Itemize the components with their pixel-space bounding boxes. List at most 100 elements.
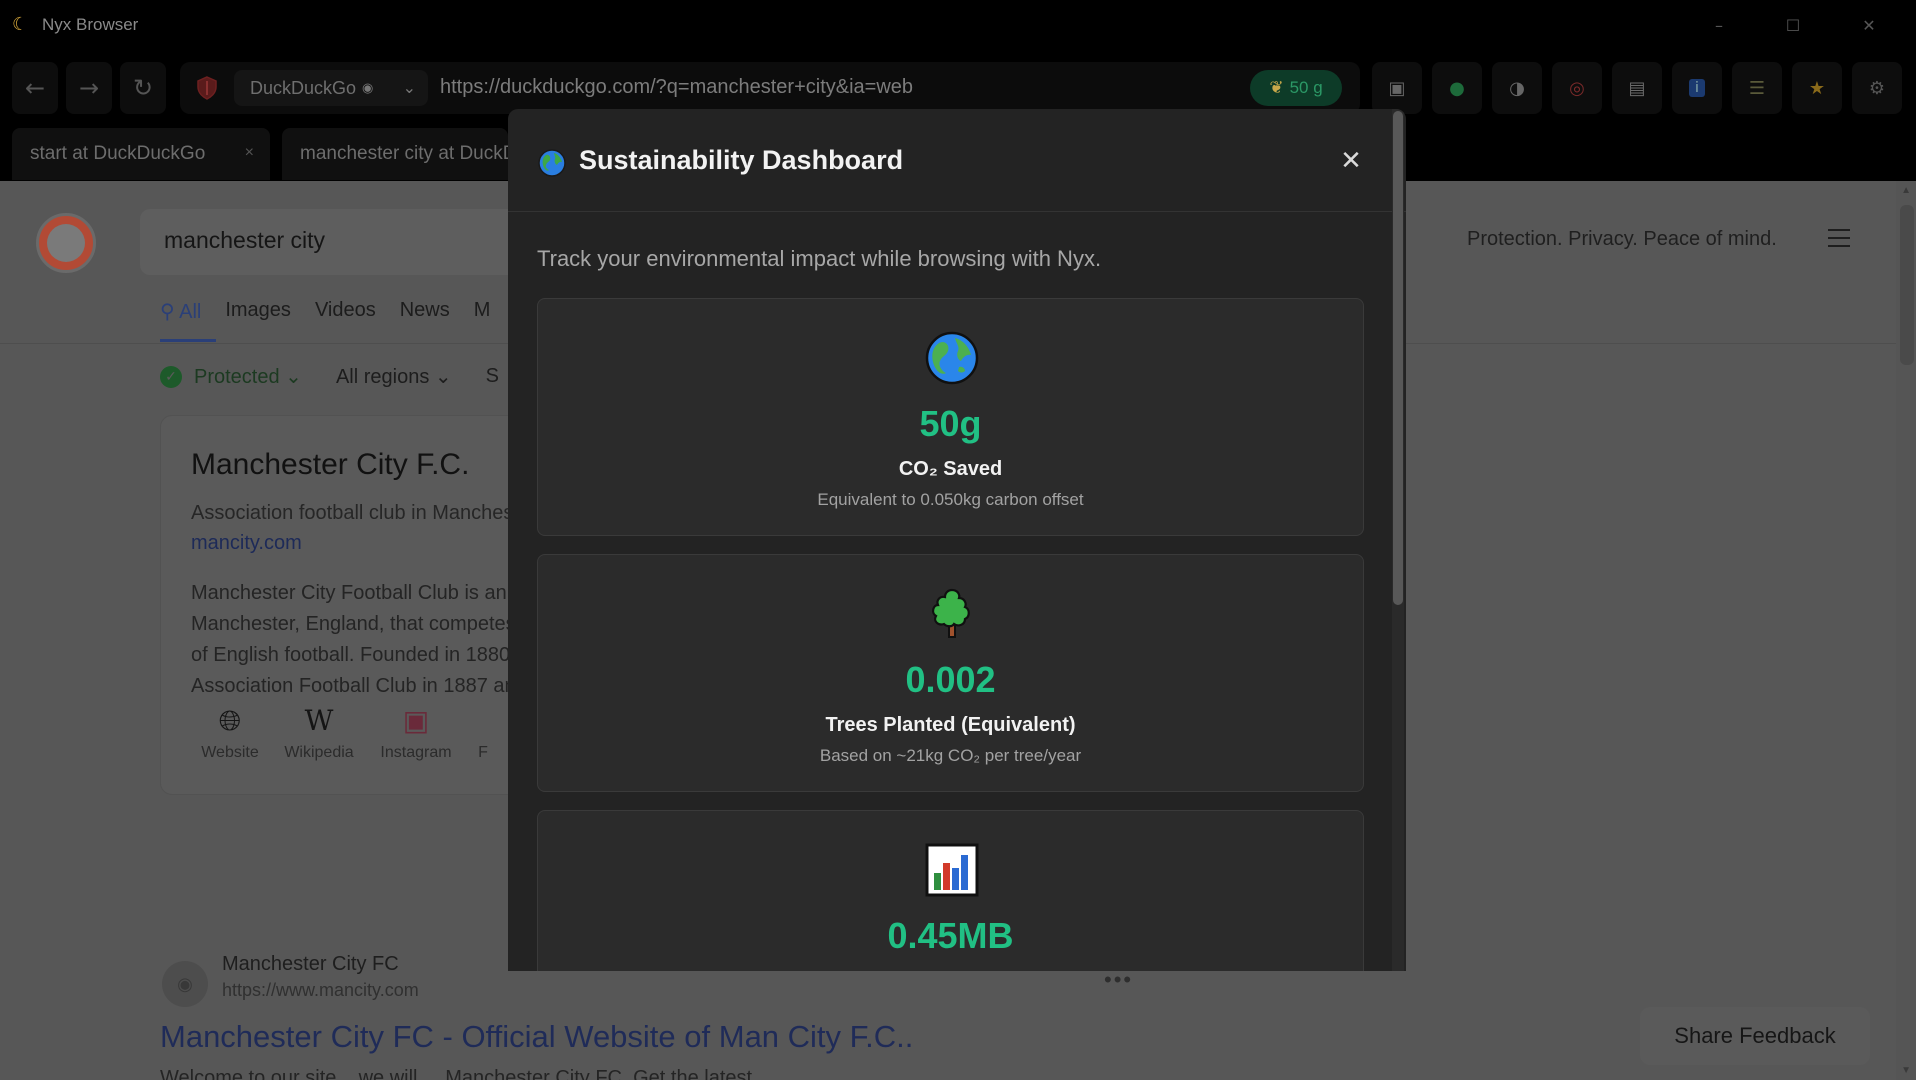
eco-badge-value: 50 g <box>1289 78 1323 97</box>
stat-note: Equivalent to 0.050kg carbon offset <box>817 490 1084 509</box>
tab-news[interactable]: News <box>400 299 450 324</box>
star-icon[interactable]: ★ <box>1792 62 1842 114</box>
entity-website-link[interactable]: mancity.com <box>191 532 302 555</box>
entity-name: Manchester City F.C. <box>191 448 470 481</box>
summary-line: Manchester City Football Club is an Engl… <box>191 582 772 604</box>
window-title: Nyx Browser <box>42 15 139 34</box>
stat-card-co2: 50g CO₂ Saved Equivalent to 0.050kg carb… <box>537 298 1364 536</box>
tree-icon <box>932 588 970 638</box>
summary-line: of English football. Founded in 1880 as … <box>191 644 803 666</box>
tab-label: start at DuckDuckGo <box>30 143 206 164</box>
scroll-up-icon[interactable]: ▲ <box>1901 185 1911 196</box>
save-icon[interactable]: ▣ <box>1372 62 1422 114</box>
modal-header: Sustainability Dashboard ✕ <box>508 109 1406 212</box>
address-bar[interactable]: DuckDuckGo ◉ ⌄ https://duckduckgo.com/?q… <box>180 62 1360 114</box>
stack-icon[interactable]: ☰ <box>1732 62 1782 114</box>
filter-bar: ✓ Protected ⌄ All regions ⌄ S <box>160 364 499 389</box>
wikipedia-link[interactable]: W Wikipedia <box>269 704 369 762</box>
info-icon[interactable]: i <box>1672 62 1722 114</box>
instagram-icon: ▣ <box>402 704 430 737</box>
page-scrollbar[interactable]: ▲ ▼ <box>1896 181 1916 1080</box>
facebook-link[interactable]: F <box>463 704 503 762</box>
close-modal-button[interactable]: ✕ <box>1334 143 1368 177</box>
result-url[interactable]: https://www.mancity.com <box>222 980 419 1001</box>
tab-images[interactable]: Images <box>225 299 291 324</box>
title-bar: ☾ Nyx Browser <box>0 0 1916 50</box>
shield-icon[interactable] <box>196 76 218 100</box>
result-title-link[interactable]: Manchester City FC - Official Website of… <box>160 1019 913 1055</box>
reload-button[interactable]: ↻ <box>120 62 166 114</box>
search-engine-selector[interactable]: DuckDuckGo ◉ ⌄ <box>234 70 428 106</box>
tab-maps[interactable]: M <box>474 299 491 324</box>
maximize-button[interactable]: ☐ <box>1756 0 1830 50</box>
browser-window: ☾ Nyx Browser – ☐ ✕ ← → ↻ DuckDuckGo ◉ ⌄… <box>0 0 1916 1080</box>
moon-icon: ☾ <box>12 14 29 35</box>
tab-start[interactable]: start at DuckDuckGo × <box>12 128 270 180</box>
sustainability-dashboard-modal: Sustainability Dashboard ✕ Track your en… <box>508 109 1406 971</box>
region-filter[interactable]: All regions ⌄ <box>336 364 452 389</box>
region-label: All regions <box>335 366 430 388</box>
vertical-tabs: ⚲ All Images Videos News M <box>160 299 514 324</box>
globe-icon: 🌐︎ <box>218 704 242 737</box>
entity-links: 🌐︎ Website W Wikipedia ▣ Instagram F <box>191 704 503 762</box>
stat-value: 0.45MB <box>887 915 1014 956</box>
stat-note: Based on ~21kg CO₂ per tree/year <box>819 746 1082 765</box>
tab-all-label: All <box>179 301 202 323</box>
search-engine-label: DuckDuckGo <box>250 77 357 98</box>
check-icon: ✓ <box>160 365 182 388</box>
document-icon[interactable]: ▤ <box>1612 62 1662 114</box>
close-tab-icon[interactable]: × <box>245 144 254 162</box>
active-tab-underline <box>160 339 216 342</box>
tab-videos[interactable]: Videos <box>315 299 376 324</box>
link-label: Website <box>201 744 259 761</box>
globe-icon <box>538 149 566 177</box>
modal-title: Sustainability Dashboard <box>579 145 904 175</box>
result-favicon: ◉ <box>162 961 208 1007</box>
knowledge-panel: Manchester City F.C. Association footbal… <box>160 415 838 795</box>
stat-card-data: 0.45MB <box>537 810 1364 971</box>
tab-manchester[interactable]: manchester city at DuckDuckGo <box>282 128 508 180</box>
globe-icon[interactable]: ● <box>1432 62 1482 114</box>
summary-line: Manchester, England, that competes in th… <box>191 613 838 635</box>
chevron-down-icon: ⌄ <box>402 80 416 97</box>
modal-scroll-thumb[interactable] <box>1393 111 1403 605</box>
gear-icon[interactable]: ⚙ <box>1852 62 1902 114</box>
modal-scrollbar[interactable] <box>1392 109 1404 971</box>
bar-chart-icon <box>925 843 979 897</box>
mask-icon[interactable]: ◑ <box>1492 62 1542 114</box>
result-site-name[interactable]: Manchester City FC <box>222 953 399 976</box>
stat-value: 0.002 <box>905 659 996 700</box>
scroll-thumb[interactable] <box>1900 205 1914 365</box>
stat-label: CO₂ Saved <box>898 458 1003 480</box>
tagline: Protection. Privacy. Peace of mind. <box>1467 228 1777 250</box>
stat-label: Trees Planted (Equivalent) <box>825 714 1076 736</box>
protected-label: Protected <box>194 366 280 388</box>
facebook-icon <box>463 704 503 744</box>
protected-filter[interactable]: Protected ⌄ <box>194 364 302 389</box>
minimize-button[interactable]: – <box>1682 0 1756 50</box>
stat-card-trees: 0.002 Trees Planted (Equivalent) Based o… <box>537 554 1364 792</box>
search-query: manchester city <box>164 227 326 253</box>
website-link[interactable]: 🌐︎ Website <box>191 704 269 762</box>
scroll-down-icon[interactable]: ▼ <box>1901 1065 1911 1076</box>
link-label: Wikipedia <box>284 744 354 761</box>
wikipedia-icon: W <box>304 704 334 737</box>
share-feedback-button[interactable]: Share Feedback <box>1640 1007 1870 1065</box>
result-snippet: Welcome to our site... we will ... Manch… <box>160 1067 775 1080</box>
url-text[interactable]: https://duckduckgo.com/?q=manchester+cit… <box>440 76 913 99</box>
entity-summary: Manchester City Football Club is an Engl… <box>191 578 838 702</box>
eco-badge[interactable]: ❦ 50 g <box>1250 70 1342 106</box>
summary-line: Association Football Club in 1887 and Ma… <box>191 675 754 697</box>
menu-icon[interactable] <box>1828 229 1850 249</box>
target-icon[interactable]: ◎ <box>1552 62 1602 114</box>
link-label: Instagram <box>380 744 452 761</box>
stat-value: 50g <box>919 403 982 444</box>
safe-search-filter[interactable]: S <box>486 365 499 388</box>
instagram-link[interactable]: ▣ Instagram <box>369 704 463 762</box>
duckduckgo-logo[interactable] <box>36 213 96 273</box>
back-button[interactable]: ← <box>12 62 58 114</box>
tab-all[interactable]: ⚲ All <box>160 299 201 324</box>
close-window-button[interactable]: ✕ <box>1832 0 1906 50</box>
forward-button[interactable]: → <box>66 62 112 114</box>
tab-label: manchester city at DuckDuckGo <box>300 143 508 164</box>
